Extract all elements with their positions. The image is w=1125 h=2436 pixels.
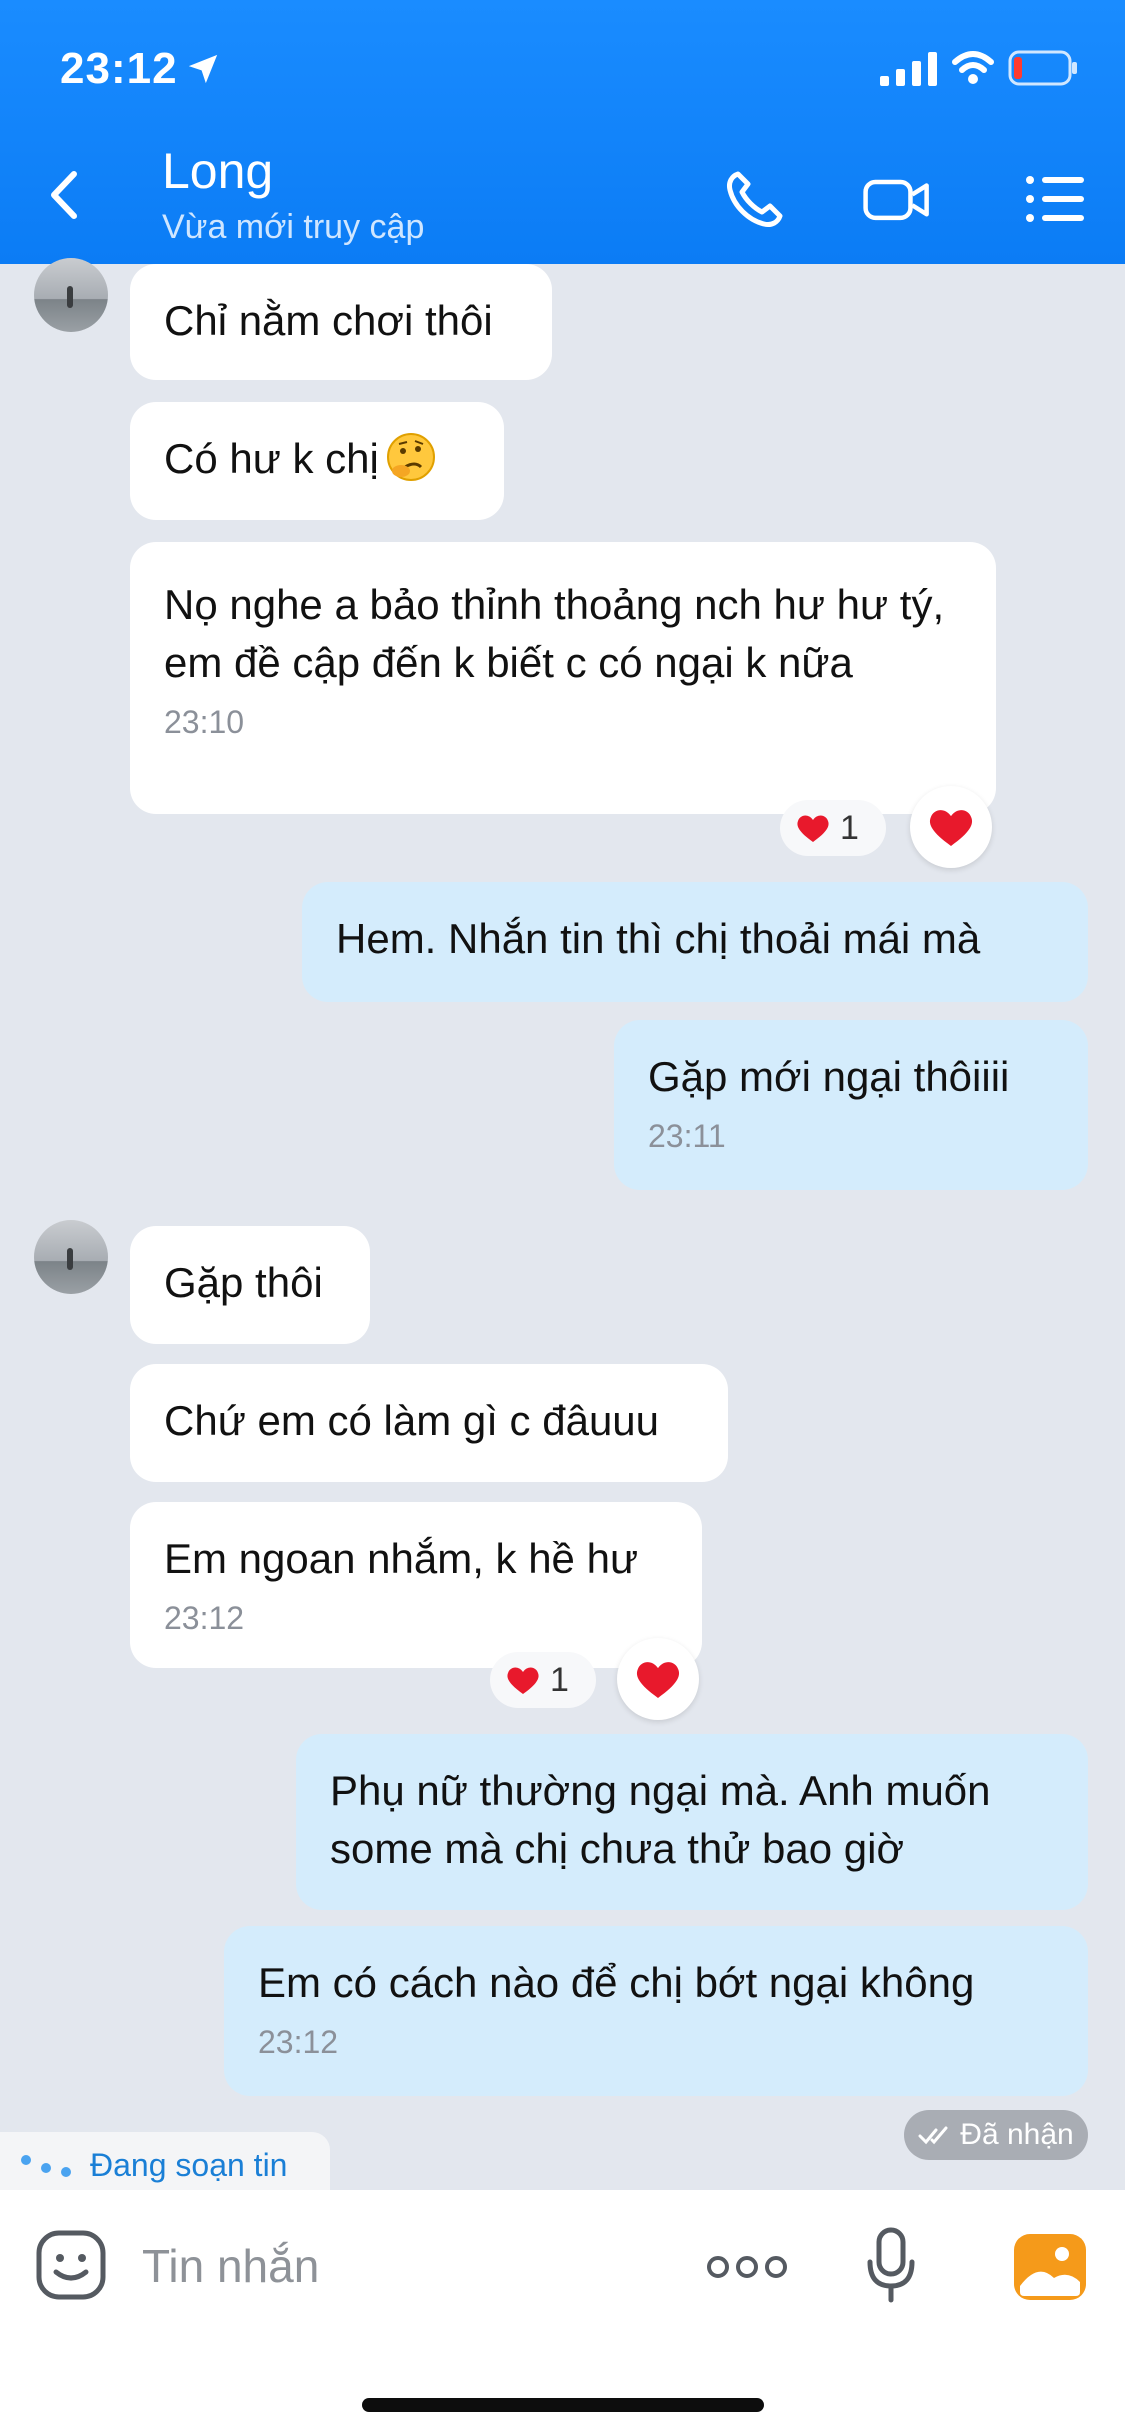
message-text: Chứ em có làm gì c đâuuu [164, 1397, 660, 1444]
phone-icon[interactable] [720, 164, 790, 234]
message-text: Chỉ nằm chơi thôi [164, 297, 493, 344]
reaction-count-value: 1 [550, 1660, 569, 1699]
heart-icon [507, 1667, 539, 1694]
message-text: Gặp mới ngại thôiiii [648, 1053, 1010, 1100]
react-heart-button[interactable] [617, 1638, 699, 1720]
more-icon[interactable] [706, 2252, 788, 2282]
heart-icon [797, 815, 829, 842]
typing-dots-icon [21, 2155, 71, 2177]
message-text: Em ngoan nhắm, k hề hư [164, 1535, 639, 1582]
message-time: 23:12 [258, 2024, 339, 2060]
signal-icon [880, 52, 937, 86]
message-bubble[interactable]: Nọ nghe a bảo thỉnh thoảng nch hư hư tý,… [130, 542, 996, 814]
react-heart-button[interactable] [910, 786, 992, 868]
heart-icon [929, 810, 973, 846]
back-icon[interactable] [40, 160, 90, 230]
message-input[interactable] [142, 2234, 662, 2298]
message-text: Có hư k chị [164, 435, 379, 482]
wifi-icon [952, 51, 994, 84]
message-text: Nọ nghe a bảo thỉnh thoảng nch hư hư tý,… [164, 581, 945, 686]
message-bubble[interactable]: Hem. Nhắn tin thì chị thoải mái mà [302, 882, 1088, 1002]
home-indicator[interactable] [362, 2398, 764, 2412]
chat-header: 23:12 Long Vừa mới truy cập [0, 0, 1125, 264]
message-time: 23:12 [164, 1600, 245, 1636]
message-bubble[interactable]: Chỉ nằm chơi thôi [130, 264, 552, 380]
typing-indicator: Đang soạn tin [0, 2132, 330, 2198]
message-bubble[interactable]: Gặp mới ngại thôiiii 23:11 [614, 1020, 1088, 1190]
avatar[interactable] [34, 258, 108, 332]
heart-icon [636, 1662, 680, 1698]
message-time: 23:11 [648, 1118, 726, 1154]
contact-status: Vừa mới truy cập [162, 208, 425, 246]
thinking-emoji-icon [386, 433, 435, 481]
message-bubble[interactable]: Em ngoan nhắm, k hề hư 23:12 [130, 1502, 702, 1668]
location-arrow-icon [188, 54, 218, 84]
message-text: Phụ nữ thường ngại mà. Anh muốn some mà … [330, 1767, 991, 1872]
reaction-count-value: 1 [840, 808, 859, 847]
message-text: Gặp thôi [164, 1259, 323, 1306]
message-text: Hem. Nhắn tin thì chị thoải mái mà [336, 915, 981, 962]
sticker-icon[interactable] [34, 2228, 108, 2302]
image-icon[interactable] [1012, 2232, 1088, 2302]
message-bubble[interactable]: Chứ em có làm gì c đâuuu [130, 1364, 728, 1482]
contact-name[interactable]: Long [162, 142, 273, 200]
message-time: 23:10 [164, 704, 245, 740]
received-label: Đã nhận [960, 2118, 1074, 2151]
video-call-icon[interactable] [862, 164, 932, 234]
battery-icon [1008, 50, 1077, 86]
reaction-count[interactable]: 1 [490, 1652, 596, 1708]
received-status-badge: Đã nhận [904, 2110, 1088, 2160]
reaction-count[interactable]: 1 [780, 800, 886, 856]
status-time: 23:12 [60, 44, 178, 93]
double-check-icon [918, 2126, 948, 2145]
typing-label: Đang soạn tin [90, 2146, 288, 2183]
avatar[interactable] [34, 1220, 108, 1294]
message-text: Em có cách nào để chị bớt ngại không [258, 1959, 975, 2006]
message-bubble[interactable]: Có hư k chị [130, 402, 504, 520]
message-bubble[interactable]: Phụ nữ thường ngại mà. Anh muốn some mà … [296, 1734, 1088, 1910]
message-bubble[interactable]: Em có cách nào để chị bớt ngại không 23:… [224, 1926, 1088, 2096]
mic-icon[interactable] [866, 2226, 916, 2306]
menu-icon[interactable] [1020, 164, 1090, 234]
message-bubble[interactable]: Gặp thôi [130, 1226, 370, 1344]
